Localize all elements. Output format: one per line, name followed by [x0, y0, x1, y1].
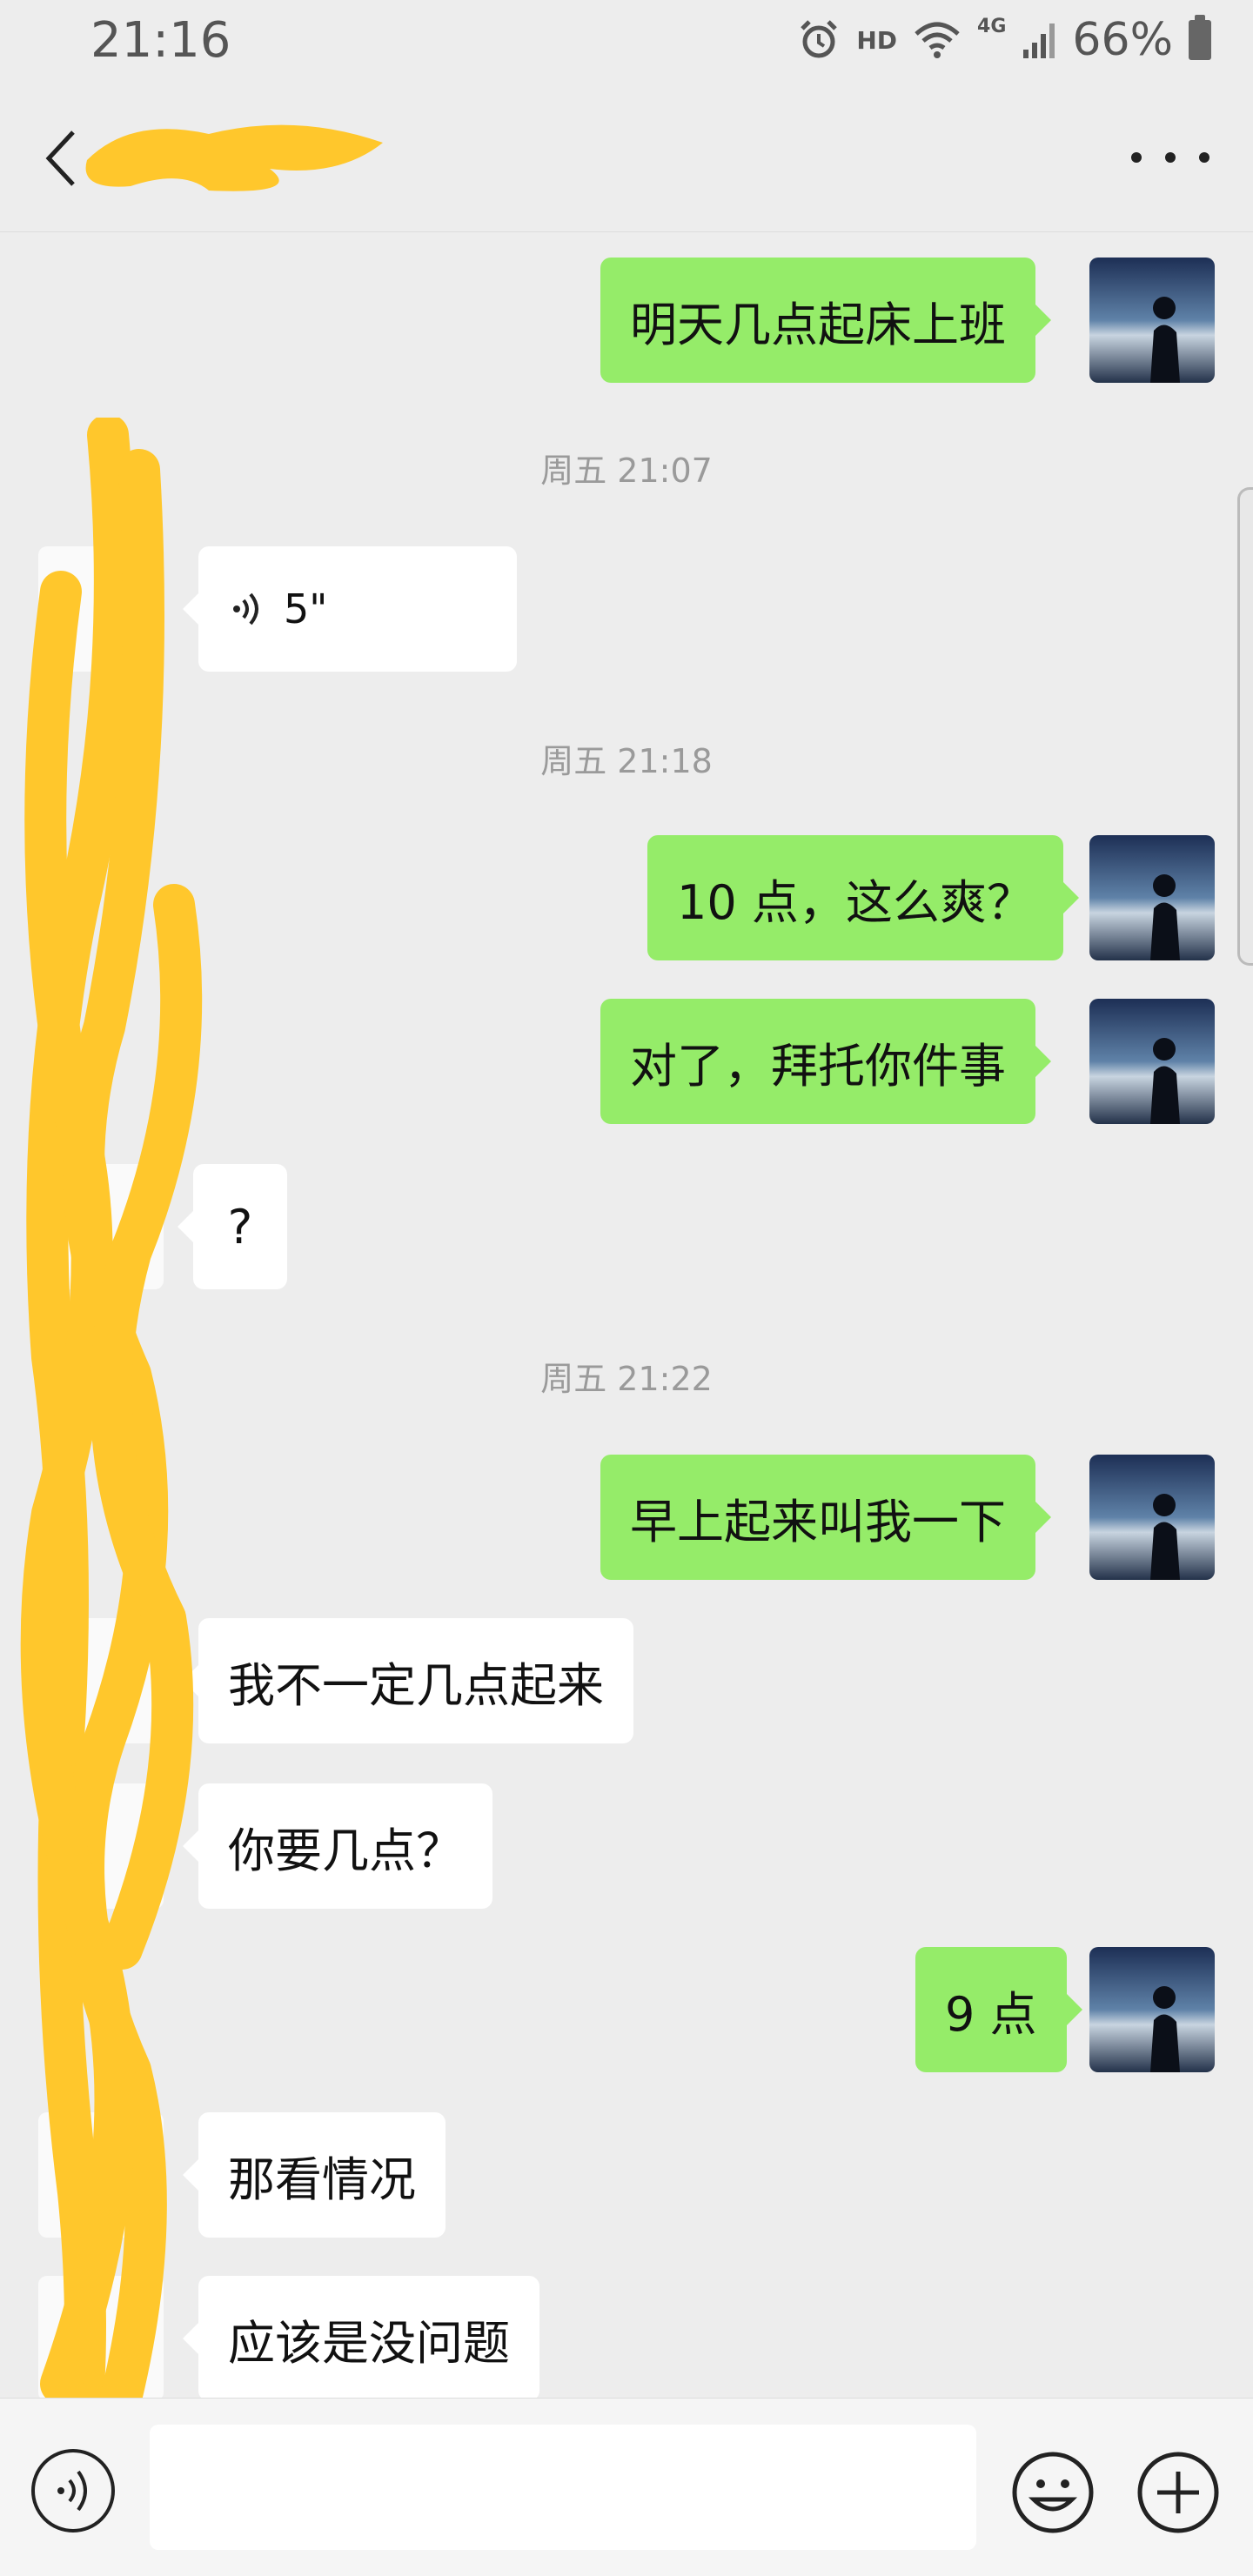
message-bubble-sent[interactable]: 9 点 [915, 1947, 1082, 2072]
timestamp: 周五 21:07 [540, 452, 713, 490]
status-bar: 21:16 HD 4G 66% [0, 0, 1253, 84]
chat-header [0, 84, 1253, 232]
message-bubble-received[interactable]: 那看情况 [183, 2112, 446, 2238]
my-avatar[interactable] [1089, 835, 1215, 960]
contact-avatar[interactable] [38, 2276, 164, 2401]
message-input[interactable] [150, 2425, 976, 2550]
contact-avatar[interactable] [38, 1783, 164, 1909]
my-avatar[interactable] [1089, 258, 1215, 383]
my-avatar[interactable] [1089, 1455, 1215, 1580]
contact-avatar[interactable] [38, 1618, 164, 1743]
alarm-icon [801, 20, 838, 58]
message-bubble-sent[interactable]: 明天几点起床上班 [600, 258, 1051, 383]
more-dot-icon [1165, 152, 1176, 163]
chat-area[interactable]: 明天几点起床上班 周五 21:07 5" 周五 21:18 10 点，这么爽？ [0, 231, 1253, 2401]
voice-input-button[interactable] [31, 2449, 115, 2533]
battery-percent: 66% [1072, 14, 1173, 66]
message-bubble-received[interactable]: 你要几点？ [183, 1783, 492, 1909]
battery-icon [1189, 15, 1211, 60]
contact-avatar[interactable] [38, 546, 164, 672]
more-options-button[interactable] [1131, 136, 1209, 179]
voice-message-bubble[interactable]: 5" [183, 546, 517, 672]
avatar-image [1089, 1455, 1215, 1580]
avatar-image [1089, 258, 1215, 383]
scrollbar[interactable] [1237, 487, 1253, 966]
message-bubble-sent[interactable]: 10 点，这么爽？ [647, 835, 1079, 960]
message-bubble-sent[interactable]: 早上起来叫我一下 [600, 1455, 1051, 1580]
message-bubble-received[interactable]: 应该是没问题 [183, 2276, 539, 2401]
more-dot-icon [1199, 152, 1209, 163]
signal-icon [1023, 23, 1055, 58]
status-icons: HD 4G 66% [797, 12, 1211, 68]
wifi-icon [915, 22, 960, 58]
emoji-icon[interactable] [1009, 2449, 1096, 2536]
contact-avatar[interactable] [38, 1164, 164, 1289]
message-bubble-sent[interactable]: 对了，拜托你件事 [600, 999, 1051, 1124]
my-avatar[interactable] [1089, 999, 1215, 1124]
timestamp: 周五 21:22 [540, 1360, 713, 1398]
plus-icon[interactable] [1135, 2449, 1222, 2536]
message-bubble-received[interactable]: 我不一定几点起来 [183, 1618, 633, 1743]
status-time: 21:16 [90, 12, 231, 69]
hd-badge: HD [856, 25, 898, 55]
voice-wave-icon [233, 592, 258, 626]
more-dot-icon [1131, 152, 1142, 163]
message-bubble-received[interactable]: ? [178, 1164, 287, 1289]
contact-avatar[interactable] [38, 2112, 164, 2238]
avatar-image [1089, 1947, 1215, 2072]
input-bar [0, 2398, 1253, 2576]
voice-input-icon [57, 2470, 87, 2512]
my-avatar[interactable] [1089, 1947, 1215, 2072]
avatar-image [1089, 835, 1215, 960]
voice-duration: 5" [284, 585, 328, 632]
network-label: 4G [977, 16, 1007, 37]
timestamp: 周五 21:18 [540, 742, 713, 780]
avatar-image [1089, 999, 1215, 1124]
contact-name-redaction [85, 124, 384, 191]
